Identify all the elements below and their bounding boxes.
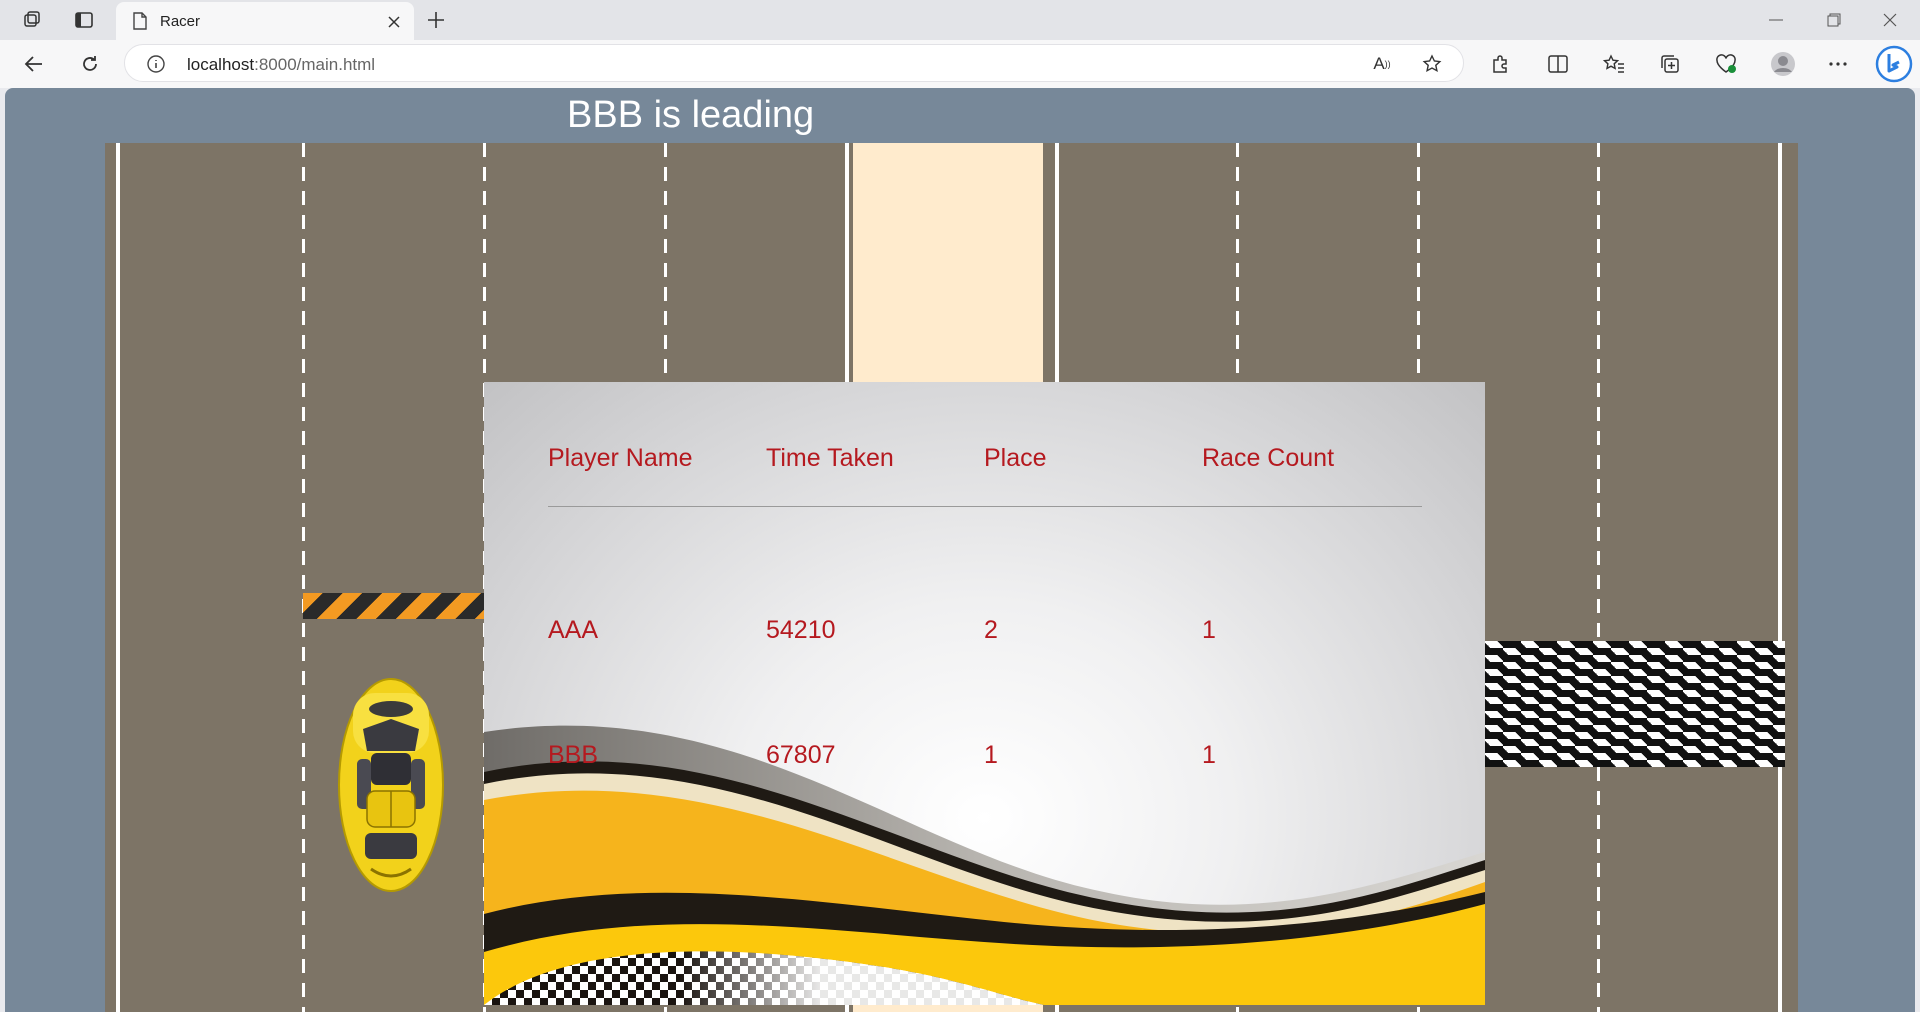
tab-strip: Racer bbox=[0, 0, 1920, 40]
header-race-count: Race Count bbox=[1202, 444, 1335, 472]
tab-title: Racer bbox=[160, 13, 201, 30]
collections-icon[interactable] bbox=[1658, 52, 1682, 76]
checkered-finish-flag bbox=[1485, 641, 1785, 767]
game-viewport: BBB is leading Player Name Time Taken Pl… bbox=[5, 88, 1915, 1012]
results-panel: Player Name Time Taken Place Race Count … bbox=[484, 382, 1485, 1005]
extensions-icon[interactable] bbox=[1488, 52, 1512, 76]
copilot-icon[interactable] bbox=[1874, 44, 1914, 84]
lane-divider bbox=[302, 143, 305, 1012]
table-row: BBB 67807 1 1 bbox=[548, 693, 1422, 818]
table-row: AAA 54210 2 1 bbox=[548, 568, 1422, 693]
header-player-name: Player Name bbox=[548, 444, 693, 472]
more-icon[interactable] bbox=[1826, 52, 1850, 76]
cell-time-taken: 67807 bbox=[766, 741, 836, 769]
lane-divider bbox=[1597, 143, 1600, 1012]
favorites-icon[interactable] bbox=[1602, 52, 1626, 76]
results-header-row: Player Name Time Taken Place Race Count bbox=[548, 444, 1422, 506]
results-table: Player Name Time Taken Place Race Count … bbox=[548, 444, 1422, 818]
close-window-icon[interactable] bbox=[1878, 8, 1902, 32]
address-bar-row: localhost:8000/main.html A)) bbox=[0, 40, 1920, 88]
page-icon bbox=[130, 11, 150, 31]
cell-race-count: 1 bbox=[1202, 616, 1216, 644]
hazard-barrier bbox=[303, 593, 485, 619]
cell-player-name: BBB bbox=[548, 741, 599, 769]
cell-player-name: AAA bbox=[548, 616, 599, 644]
cell-place: 1 bbox=[984, 741, 998, 769]
browser-essentials-icon[interactable] bbox=[1714, 52, 1738, 76]
read-aloud-icon[interactable]: A)) bbox=[1371, 53, 1393, 75]
leading-status: BBB is leading bbox=[567, 94, 815, 136]
refresh-icon[interactable] bbox=[78, 52, 102, 76]
workspaces-icon[interactable] bbox=[20, 8, 44, 32]
track-edge-right bbox=[1778, 143, 1782, 1012]
cell-race-count: 1 bbox=[1202, 741, 1216, 769]
favorite-star-icon[interactable] bbox=[1421, 53, 1443, 75]
url-host: localhost bbox=[187, 55, 255, 74]
tab-racer[interactable]: Racer bbox=[116, 2, 414, 40]
back-icon[interactable] bbox=[22, 52, 46, 76]
new-tab-icon[interactable] bbox=[424, 8, 448, 32]
url-field[interactable]: localhost:8000/main.html A)) bbox=[124, 44, 1464, 82]
restore-icon[interactable] bbox=[1822, 8, 1846, 32]
split-screen-icon[interactable] bbox=[1546, 52, 1570, 76]
cell-place: 2 bbox=[984, 616, 998, 644]
minimize-icon[interactable] bbox=[1764, 8, 1788, 32]
header-place: Place bbox=[984, 444, 1047, 472]
player-car[interactable] bbox=[331, 673, 451, 893]
url-path: :8000/main.html bbox=[254, 55, 376, 74]
header-time-taken: Time Taken bbox=[766, 444, 894, 472]
tab-actions-icon[interactable] bbox=[72, 8, 96, 32]
track-edge-left bbox=[116, 143, 120, 1012]
info-icon[interactable] bbox=[145, 53, 167, 75]
header-divider bbox=[548, 505, 1422, 568]
close-tab-icon[interactable] bbox=[384, 12, 404, 32]
cell-time-taken: 54210 bbox=[766, 616, 836, 644]
profile-icon[interactable] bbox=[1770, 51, 1796, 77]
url-text: localhost:8000/main.html bbox=[187, 55, 375, 75]
